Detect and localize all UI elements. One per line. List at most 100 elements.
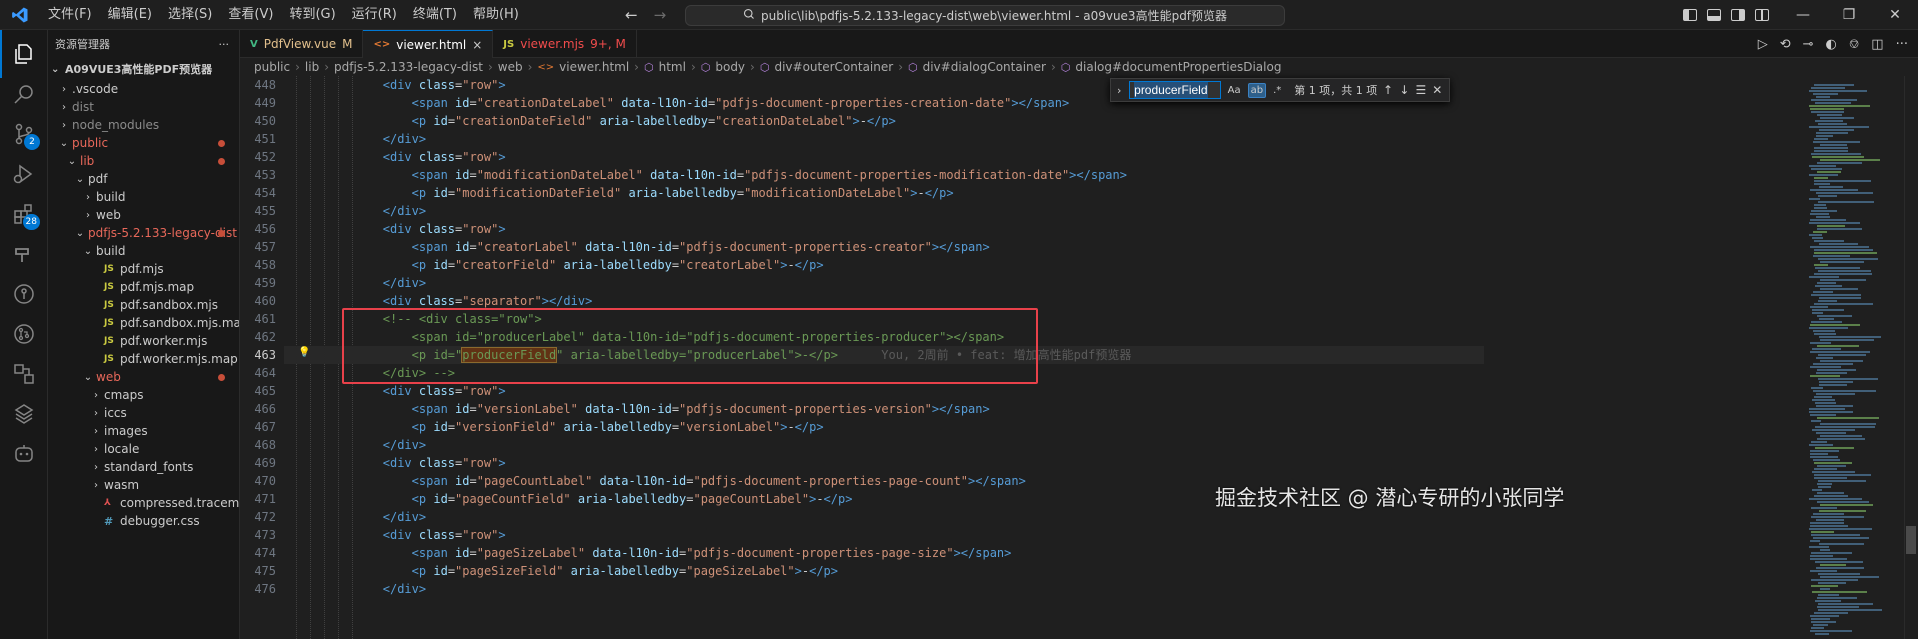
tree-item[interactable]: JS pdf.sandbox.mjs [48, 296, 239, 314]
workspace-root[interactable]: ⌄ A09VUE3高性能PDF预览器 [48, 58, 239, 80]
tree-item[interactable]: › dist [48, 98, 239, 116]
code-line: </div> [383, 508, 426, 526]
tree-item[interactable]: › images [48, 422, 239, 440]
minimap-line [1813, 141, 1860, 143]
breadcrumb-item[interactable]: viewer.html [559, 60, 629, 74]
copilot-icon[interactable] [0, 430, 48, 478]
run-icon[interactable]: ▷ [1758, 37, 1768, 52]
gitlens-inspect-icon[interactable]: ⎊ [1849, 37, 1859, 52]
match-case-toggle[interactable]: Aa [1226, 84, 1243, 97]
minimap-line [1811, 621, 1836, 623]
toggle-secondary-sidebar-icon[interactable] [1731, 9, 1745, 21]
find-input[interactable]: producerField [1129, 81, 1221, 99]
tab-viewer-html[interactable]: <> viewer.html × [363, 30, 494, 58]
git-compare-icon[interactable]: ◐ [1826, 37, 1837, 52]
tree-item[interactable]: › standard_fonts [48, 458, 239, 476]
breadcrumb-item[interactable]: web [498, 60, 523, 74]
minimap-line [1814, 138, 1828, 140]
customize-layout-icon[interactable] [1755, 9, 1769, 21]
code-token: id [455, 240, 470, 254]
tree-item-label: pdf.sandbox.mjs.map [120, 316, 240, 330]
tree-item[interactable]: › locale [48, 440, 239, 458]
menu-item-4[interactable]: 转到(G) [281, 0, 343, 30]
close-find-icon[interactable]: ✕ [1432, 83, 1443, 97]
breadcrumb-item[interactable]: body [715, 60, 745, 74]
tree-item[interactable]: JS pdf.worker.mjs.map [48, 350, 239, 368]
close-tab-icon[interactable]: × [472, 38, 482, 52]
code-token: = [469, 168, 477, 182]
back-arrow-icon[interactable]: ← [625, 6, 638, 24]
tree-item[interactable]: › .vscode [48, 80, 239, 98]
tree-item[interactable]: › build [48, 188, 239, 206]
tree-item[interactable]: › wasm [48, 476, 239, 494]
breadcrumb-item[interactable]: public [254, 60, 290, 74]
code-token: <p [411, 114, 434, 128]
toggle-primary-sidebar-icon[interactable] [1683, 9, 1697, 21]
tree-item[interactable]: ⌄ pdfjs-5.2.133-legacy-dist [48, 224, 239, 242]
find-in-selection-icon[interactable]: ☰ [1415, 83, 1426, 97]
menu-item-0[interactable]: 文件(F) [40, 0, 100, 30]
toggle-panel-icon[interactable] [1707, 9, 1721, 21]
tree-item[interactable]: JS pdf.mjs [48, 260, 239, 278]
minimize-button[interactable]: — [1780, 0, 1826, 30]
minimap[interactable] [1809, 76, 1904, 639]
breadcrumb-item[interactable]: pdfjs-5.2.133-legacy-dist [334, 60, 483, 74]
tree-item[interactable]: ⌄ web [48, 368, 239, 386]
breadcrumb-item[interactable]: html [659, 60, 686, 74]
menu-item-6[interactable]: 终端(T) [405, 0, 465, 30]
minimap-line [1818, 300, 1837, 302]
menu-item-2[interactable]: 选择(S) [160, 0, 220, 30]
menu-item-5[interactable]: 运行(R) [344, 0, 405, 30]
forward-arrow-icon[interactable]: → [654, 6, 667, 24]
menu-item-1[interactable]: 编辑(E) [100, 0, 160, 30]
restore-button[interactable]: ❐ [1826, 0, 1872, 30]
tab-viewer-mjs[interactable]: JS viewer.mjs 9+, M [493, 30, 637, 58]
minimap-line [1810, 540, 1820, 542]
tab-pdfview-vue[interactable]: V PdfView.vue M [240, 30, 364, 58]
tree-item[interactable]: › node_modules [48, 116, 239, 134]
command-center[interactable]: public\lib\pdfjs-5.2.133-legacy-dist\web… [685, 5, 1285, 26]
split-editor-icon[interactable]: ◫ [1871, 37, 1883, 52]
toggle-replace-icon[interactable]: › [1117, 84, 1124, 97]
vertical-scrollbar[interactable] [1904, 76, 1918, 639]
line-number: 463 [254, 348, 276, 362]
code-token: </div> [382, 204, 427, 218]
minimap-line [1818, 603, 1873, 605]
breadcrumb-item[interactable]: div#dialogContainer [923, 60, 1046, 74]
menu-item-7[interactable]: 帮助(H) [465, 0, 527, 30]
tree-item[interactable]: JS pdf.mjs.map [48, 278, 239, 296]
tree-item[interactable]: ⌄ pdf [48, 170, 239, 188]
tree-item[interactable]: # debugger.css [48, 512, 239, 530]
breadcrumb-item[interactable]: dialog#documentPropertiesDialog [1075, 60, 1281, 74]
lightbulb-icon[interactable]: 💡 [298, 347, 310, 358]
tree-item[interactable]: › web [48, 206, 239, 224]
tree-item[interactable]: › iccs [48, 404, 239, 422]
minimap-line [1816, 135, 1833, 137]
chevron-down-icon: ⌄ [83, 371, 93, 383]
close-window-button[interactable]: ✕ [1872, 0, 1918, 30]
breadcrumb-item[interactable]: lib [305, 60, 319, 74]
tree-item[interactable]: ⌄ lib [48, 152, 239, 170]
tree-item[interactable]: JS pdf.worker.mjs [48, 332, 239, 350]
tree-item[interactable]: ⌄ public [48, 134, 239, 152]
more-actions-icon[interactable]: ··· [219, 38, 230, 51]
previous-match-icon[interactable]: ↑ [1382, 83, 1393, 97]
tree-item[interactable]: ⌄ build [48, 242, 239, 260]
code-editor[interactable]: 448 <div class="row"> 449 <span id="creatio… [240, 76, 1918, 639]
tree-item[interactable]: JS pdf.sandbox.mjs.map [48, 314, 239, 332]
tree-item[interactable]: ⅄ compressed.tracemonkey-pld... [48, 494, 239, 512]
tree-item[interactable]: › cmaps [48, 386, 239, 404]
whole-word-toggle[interactable]: ab [1247, 82, 1267, 98]
scrollbar-thumb[interactable] [1906, 526, 1916, 554]
menu-item-3[interactable]: 查看(V) [220, 0, 281, 30]
minimap-line [1818, 486, 1831, 488]
timeline-icon[interactable]: ⊸ [1803, 37, 1814, 52]
next-match-icon[interactable]: ↓ [1399, 83, 1410, 97]
code-token: "pageSizeLabel" [686, 564, 795, 578]
breadcrumb-item[interactable]: div#outerContainer [774, 60, 893, 74]
open-changes-icon[interactable]: ⟲ [1780, 37, 1791, 52]
regex-toggle[interactable]: .* [1271, 84, 1283, 97]
minimap-line [1810, 570, 1837, 572]
more-editor-actions-icon[interactable]: ··· [1896, 37, 1908, 52]
minimap-line [1816, 132, 1848, 134]
